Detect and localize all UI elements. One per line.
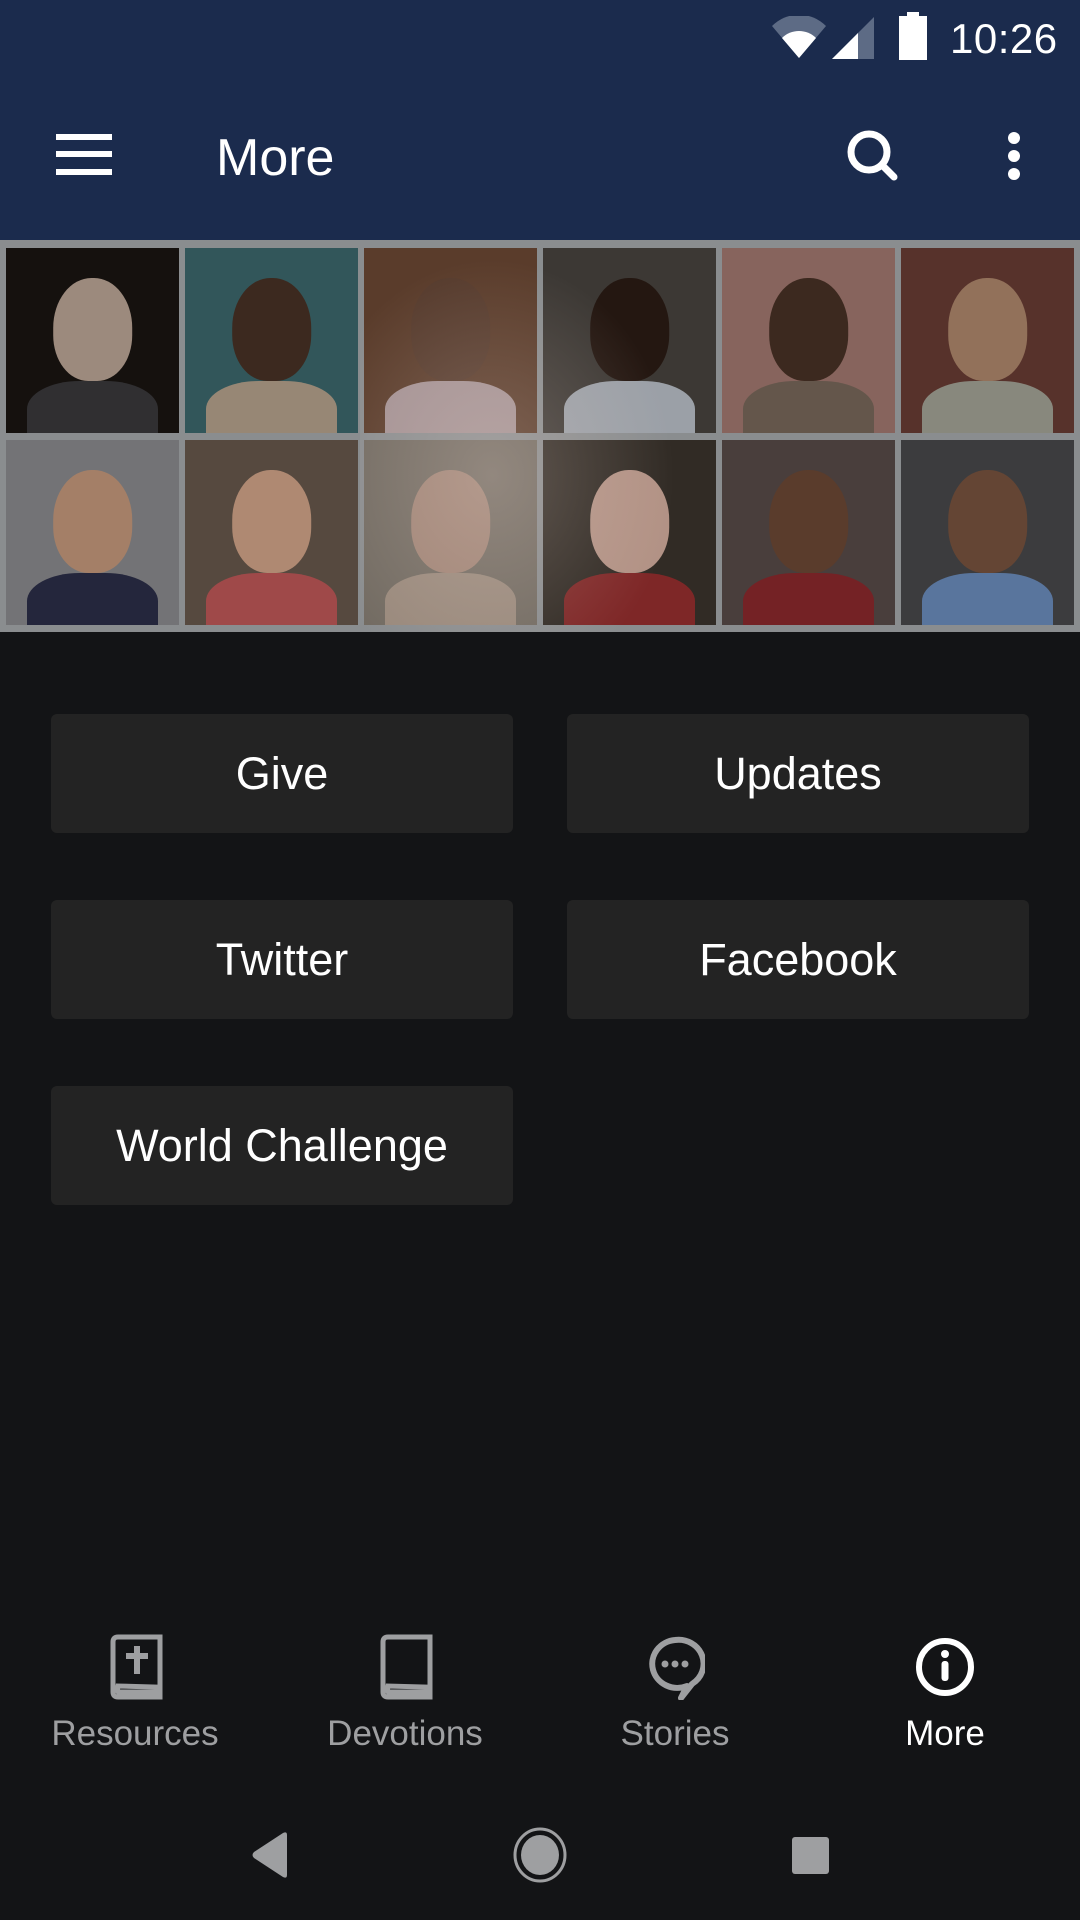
home-button[interactable] [495,1810,585,1900]
banner-photo-girl-beaded-braids [364,248,537,433]
world-challenge-button[interactable]: World Challenge [51,1086,513,1205]
more-vert-icon [1008,132,1020,180]
banner-photo-girl-pigtails [6,440,179,625]
status-bar: 10:26 [0,0,1080,80]
nav-label: Resources [51,1714,219,1753]
info-icon [916,1638,974,1696]
recents-icon [792,1837,829,1874]
banner-collage [0,240,1080,632]
banner-photo-smiling-boy-eating [543,248,716,433]
app-bar: More [0,80,1080,240]
banner-photo-elderly-woman-headscarf [6,248,179,433]
banner-photo-young-man-with-baby [543,440,716,625]
facebook-button[interactable]: Facebook [567,900,1029,1019]
banner-photo-child-green-hat [185,248,358,433]
banner-photo-baby [185,440,358,625]
banner-photo-bald-man [722,248,895,433]
twitter-button[interactable]: Twitter [51,900,513,1019]
battery-icon [899,12,927,60]
nav-label: Devotions [327,1714,483,1753]
cell-signal-icon [832,17,874,59]
search-button[interactable] [832,112,920,200]
banner-photo-young-man-red-beanie [722,440,895,625]
clock: 10:26 [950,15,1058,62]
nav-item-stories[interactable]: Stories [540,1620,810,1770]
nav-item-more[interactable]: More [810,1620,1080,1770]
overflow-menu-button[interactable] [982,112,1046,200]
nav-label: Stories [620,1714,730,1753]
nav-item-resources[interactable]: Resources [0,1620,270,1770]
recents-button[interactable] [765,1810,855,1900]
system-navigation-bar [0,1790,1080,1920]
bible-icon [110,1634,163,1700]
banner-photo-praying-boy [901,248,1074,433]
bottom-navigation: Resources Devotions Stories More [0,1620,1080,1770]
banner-photo-girl-eating [901,440,1074,625]
give-button[interactable]: Give [51,714,513,833]
updates-button[interactable]: Updates [567,714,1029,833]
nav-item-devotions[interactable]: Devotions [270,1620,540,1770]
home-icon [513,1827,567,1883]
banner-photo-elderly-woman-seated [364,440,537,625]
nav-label: More [905,1714,985,1753]
book-icon [380,1634,433,1700]
search-icon [847,130,898,181]
chat-bubble-icon [649,1636,705,1700]
back-button[interactable] [225,1810,315,1900]
hamburger-menu-icon[interactable] [40,114,128,202]
wifi-icon [772,16,826,58]
back-icon [252,1832,287,1878]
page-title: More [216,129,335,187]
